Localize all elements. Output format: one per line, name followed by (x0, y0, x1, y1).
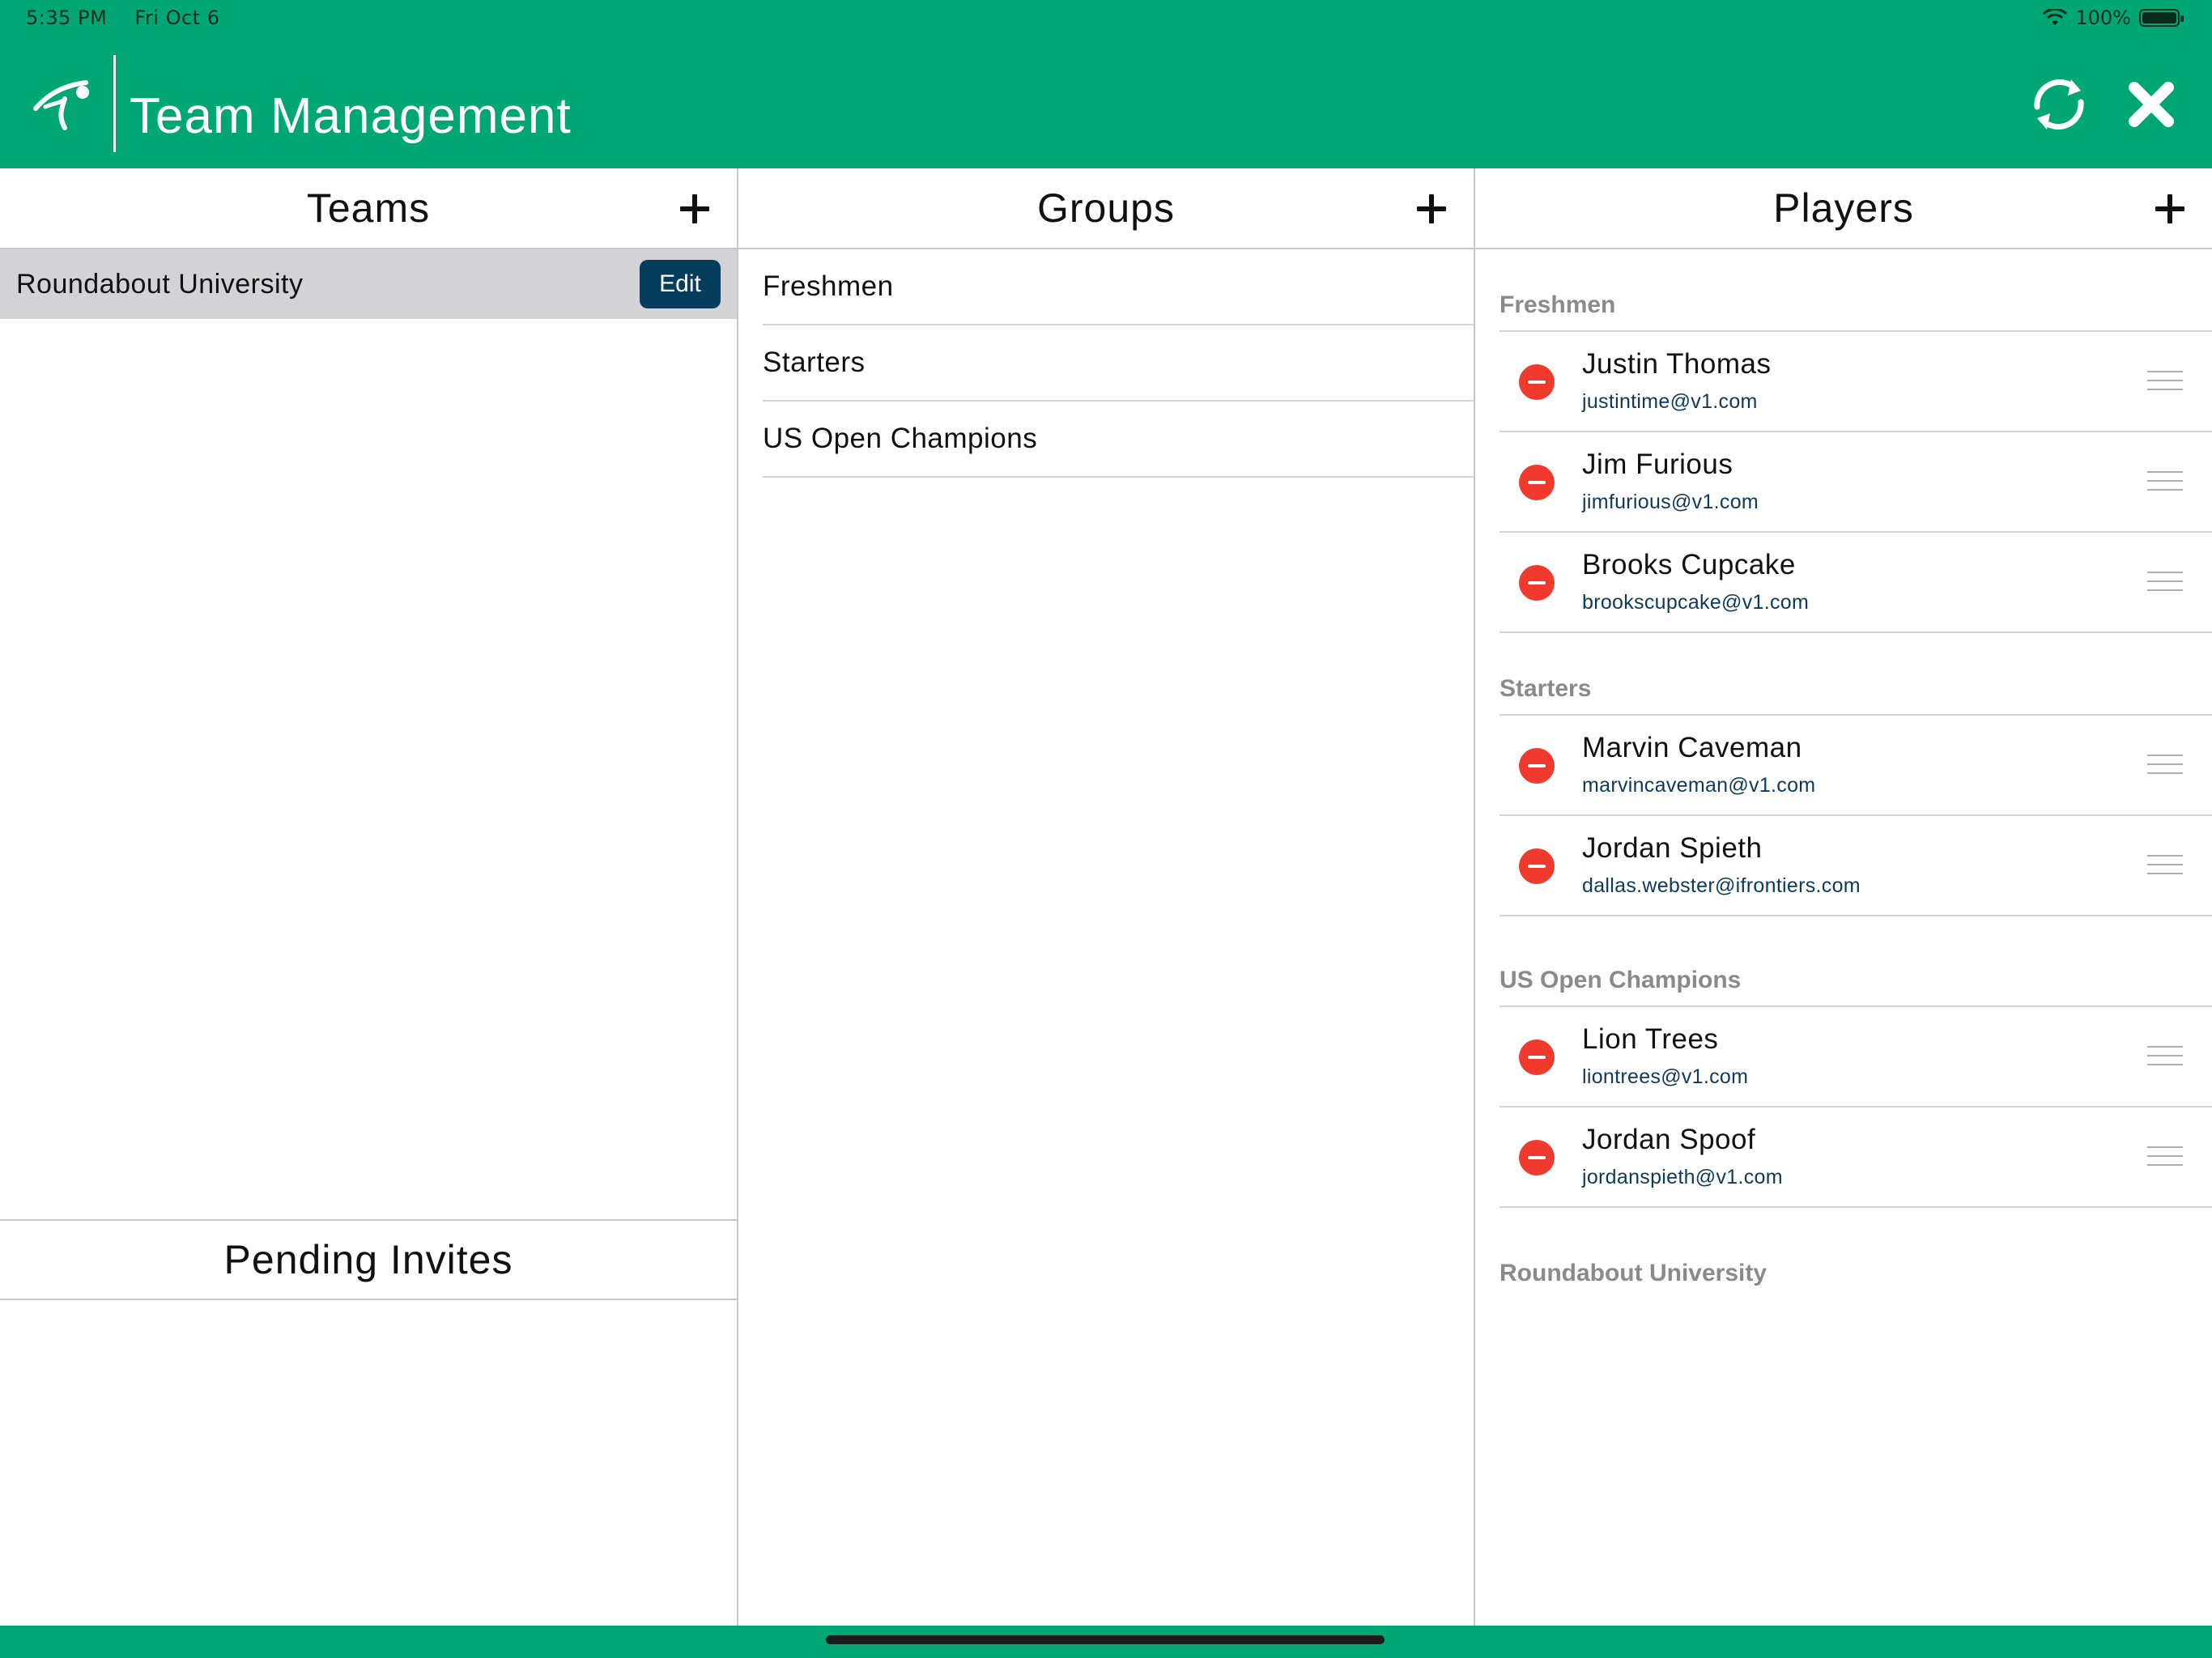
groups-title: Groups (1037, 185, 1175, 231)
app-header: Team Management (0, 39, 2212, 168)
team-row[interactable]: Roundabout University Edit (0, 249, 737, 319)
player-email: brookscupcake@v1.com (1582, 591, 1810, 614)
refresh-icon (2034, 79, 2084, 130)
remove-player-button[interactable] (1519, 748, 1555, 784)
players-title: Players (1773, 185, 1914, 231)
section-header: Starters (1499, 657, 2212, 716)
status-bar: 5:35 PM Fri Oct 6 100% (0, 0, 2212, 39)
home-indicator[interactable] (826, 1635, 1385, 1644)
battery-icon (2139, 9, 2184, 27)
section-header: Freshmen (1499, 274, 2212, 332)
remove-player-button[interactable] (1519, 1039, 1555, 1075)
pending-invites-title: Pending Invites (223, 1237, 513, 1282)
player-row[interactable]: Jim Furious jimfurious@v1.com (1499, 432, 2212, 533)
close-icon (2129, 82, 2174, 127)
player-email: jordanspieth@v1.com (1582, 1166, 1783, 1188)
player-email: marvincaveman@v1.com (1582, 774, 1816, 797)
pending-invites-header: Pending Invites (0, 1219, 737, 1300)
player-name: Marvin Caveman (1582, 732, 1802, 763)
add-group-button[interactable] (1414, 191, 1449, 227)
player-row[interactable]: Justin Thomas justintime@v1.com (1499, 332, 2212, 432)
player-name: Lion Trees (1582, 1023, 1719, 1055)
section-header: Roundabout University (1499, 1260, 1767, 1286)
player-email: jimfurious@v1.com (1582, 491, 1759, 513)
player-email: dallas.webster@ifrontiers.com (1582, 874, 1861, 897)
players-header: Players (1475, 168, 2212, 249)
battery-percent: 100% (2075, 6, 2131, 29)
remove-player-button[interactable] (1519, 364, 1555, 400)
remove-player-button[interactable] (1519, 465, 1555, 500)
player-email: liontrees@v1.com (1582, 1065, 1749, 1088)
player-row[interactable]: Jordan Spieth dallas.webster@ifrontiers.… (1499, 816, 2212, 916)
group-item[interactable]: Starters (763, 325, 1474, 402)
remove-player-button[interactable] (1519, 1140, 1555, 1175)
teams-header: Teams (0, 168, 737, 249)
groups-header: Groups (738, 168, 1474, 249)
drag-handle-icon[interactable] (2147, 371, 2183, 392)
status-right: 100% (2043, 6, 2184, 29)
player-name: Brooks Cupcake (1582, 549, 1796, 580)
drag-handle-icon[interactable] (2147, 855, 2183, 876)
logo-icon (33, 80, 89, 130)
group-list: Freshmen Starters US Open Champions (738, 249, 1474, 478)
close-button[interactable] (2116, 70, 2186, 139)
logo-divider (113, 55, 116, 152)
player-row[interactable]: Marvin Caveman marvincaveman@v1.com (1499, 716, 2212, 816)
add-team-button[interactable] (677, 191, 713, 227)
group-item[interactable]: US Open Champions (763, 402, 1474, 478)
groups-column: Groups Freshmen Starters US Open Champio… (738, 168, 1475, 1626)
status-time: 5:35 PM (26, 6, 108, 29)
player-name: Jim Furious (1582, 449, 1733, 480)
remove-player-button[interactable] (1519, 848, 1555, 884)
wifi-icon (2043, 9, 2068, 25)
team-name: Roundabout University (16, 268, 304, 300)
page-title: Team Management (130, 88, 572, 144)
drag-handle-icon[interactable] (2147, 572, 2183, 593)
status-date: Fri Oct 6 (134, 6, 220, 29)
players-column: Players Freshmen Justin Thomas justintim… (1475, 168, 2212, 1626)
edit-team-button[interactable]: Edit (640, 260, 721, 308)
player-name: Jordan Spieth (1582, 832, 1763, 864)
add-player-button[interactable] (2152, 191, 2188, 227)
refresh-button[interactable] (2024, 70, 2094, 139)
teams-column: Teams Roundabout University Edit Pending… (0, 168, 738, 1626)
player-row[interactable]: Brooks Cupcake brookscupcake@v1.com (1499, 533, 2212, 633)
teams-title: Teams (306, 185, 431, 231)
drag-handle-icon[interactable] (2147, 755, 2183, 776)
drag-handle-icon[interactable] (2147, 1146, 2183, 1167)
player-row[interactable]: Jordan Spoof jordanspieth@v1.com (1499, 1107, 2212, 1208)
section-header: US Open Champions (1499, 949, 2212, 1007)
remove-player-button[interactable] (1519, 565, 1555, 601)
player-row[interactable]: Lion Trees liontrees@v1.com (1499, 1007, 2212, 1107)
group-item[interactable]: Freshmen (763, 249, 1474, 325)
drag-handle-icon[interactable] (2147, 1046, 2183, 1067)
status-left: 5:35 PM Fri Oct 6 (26, 6, 240, 29)
player-email: justintime@v1.com (1582, 390, 1758, 413)
players-list: Freshmen Justin Thomas justintime@v1.com… (1475, 249, 2212, 1299)
drag-handle-icon[interactable] (2147, 471, 2183, 492)
player-name: Justin Thomas (1582, 348, 1772, 380)
player-name: Jordan Spoof (1582, 1124, 1756, 1155)
